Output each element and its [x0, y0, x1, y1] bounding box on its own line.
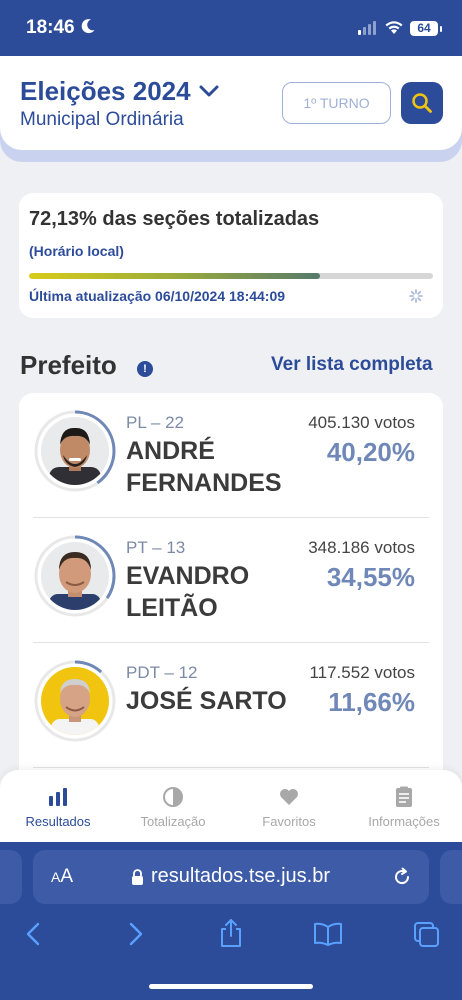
moon-icon — [81, 19, 95, 34]
election-title[interactable]: Eleições 2024 — [20, 76, 191, 107]
candidate-row[interactable]: PT – 13 EVANDRO LEITÃO 348.186 votos 34,… — [33, 518, 429, 643]
nav-totalizacao[interactable]: Totalização — [123, 786, 223, 829]
text-size-small-a: A — [51, 869, 61, 885]
candidate-party: PL – 22 — [126, 413, 184, 432]
previous-tab-peek[interactable] — [0, 850, 22, 904]
url-text[interactable]: resultados.tse.jus.br — [151, 865, 330, 888]
candidate-votes: 117.552 votos — [309, 663, 415, 682]
status-time: 18:46 — [26, 17, 75, 38]
candidate-avatar — [33, 659, 117, 743]
nav-label: Totalização — [140, 814, 206, 829]
text-size-large-a: A — [60, 866, 74, 887]
bar-chart-icon — [49, 788, 67, 806]
lock-icon — [132, 869, 143, 885]
info-icon[interactable]: ! — [137, 361, 153, 377]
progress-fill — [29, 273, 321, 279]
candidate-row[interactable]: PL – 22 ANDRÉ FERNANDES 405.130 votos 40… — [33, 393, 429, 518]
nav-favoritos[interactable]: Favoritos — [239, 786, 339, 829]
candidate-percent: 34,55% — [326, 562, 415, 592]
candidate-avatar — [33, 534, 117, 618]
clipboard-icon — [396, 786, 412, 807]
cellular-signal-icon — [358, 21, 376, 35]
candidate-party: PDT – 12 — [126, 663, 198, 682]
chevron-down-icon[interactable] — [198, 84, 220, 98]
section-title: Prefeito — [20, 350, 117, 380]
reload-icon[interactable] — [392, 867, 412, 887]
candidate-name: EVANDRO LEITÃO — [126, 560, 316, 624]
nav-label: Informações — [368, 814, 440, 829]
search-icon — [412, 93, 432, 113]
battery-icon: 64 — [410, 21, 442, 36]
forward-icon[interactable] — [125, 922, 145, 946]
candidate-votes: 405.130 votos — [308, 413, 415, 432]
candidate-percent: 11,66% — [328, 687, 415, 717]
election-subtitle: Municipal Ordinária — [20, 109, 184, 130]
avatar — [41, 667, 109, 735]
browser-chrome: AA resultados.tse.jus.br — [0, 842, 462, 1000]
last-update: Última atualização 06/10/2024 18:44:09 — [29, 288, 286, 304]
full-list-link[interactable]: Ver lista completa — [271, 354, 433, 376]
nav-label: Resultados — [25, 814, 91, 829]
nav-resultados[interactable]: Resultados — [8, 786, 108, 829]
turno-button[interactable]: 1º TURNO — [282, 82, 391, 124]
loading-spinner-icon — [409, 289, 423, 303]
candidate-votes: 348.186 votos — [308, 538, 415, 557]
candidate-name: ANDRÉ FERNANDES — [126, 435, 316, 499]
tabs-icon[interactable] — [413, 921, 441, 949]
progress-track — [29, 273, 433, 279]
pie-chart-icon — [163, 787, 183, 807]
app-header: Eleições 2024 Municipal Ordinária 1º TUR… — [0, 56, 462, 150]
share-icon[interactable] — [218, 918, 244, 948]
avatar — [41, 417, 109, 485]
candidates-card: PL – 22 ANDRÉ FERNANDES 405.130 votos 40… — [19, 393, 443, 813]
bookmarks-icon[interactable] — [313, 922, 343, 946]
bottom-nav: Resultados Totalização Favoritos Informa… — [0, 770, 462, 842]
back-icon[interactable] — [24, 922, 44, 946]
local-time-label: (Horário local) — [29, 243, 124, 259]
candidate-party: PT – 13 — [126, 538, 186, 557]
address-bar[interactable]: AA resultados.tse.jus.br — [33, 850, 429, 904]
avatar — [41, 542, 109, 610]
candidate-name-line: ANDRÉ — [126, 437, 215, 465]
home-indicator — [149, 984, 313, 989]
candidate-name-line: EVANDRO — [126, 562, 250, 590]
candidate-avatar — [33, 409, 117, 493]
text-size-button[interactable]: AA — [51, 866, 73, 888]
wifi-icon — [385, 21, 403, 34]
search-button[interactable] — [401, 82, 443, 124]
nav-label: Favoritos — [262, 814, 316, 829]
heart-icon — [280, 789, 298, 805]
candidate-name-line: LEITÃO — [126, 594, 218, 622]
candidate-name-line: FERNANDES — [126, 469, 282, 497]
candidate-row[interactable]: PDT – 12 JOSÉ SARTO 117.552 votos 11,66% — [33, 643, 429, 768]
candidate-name: JOSÉ SARTO — [126, 685, 316, 717]
status-bar: 18:46 64 — [0, 0, 462, 56]
candidate-name-line: JOSÉ SARTO — [126, 687, 287, 715]
nav-informacoes[interactable]: Informações — [354, 786, 454, 829]
totalization-percent: 72,13% das seções totalizadas — [29, 208, 320, 230]
totalization-card: 72,13% das seções totalizadas (Horário l… — [19, 193, 443, 318]
candidate-percent: 40,20% — [326, 437, 415, 467]
next-tab-peek[interactable] — [440, 850, 462, 904]
